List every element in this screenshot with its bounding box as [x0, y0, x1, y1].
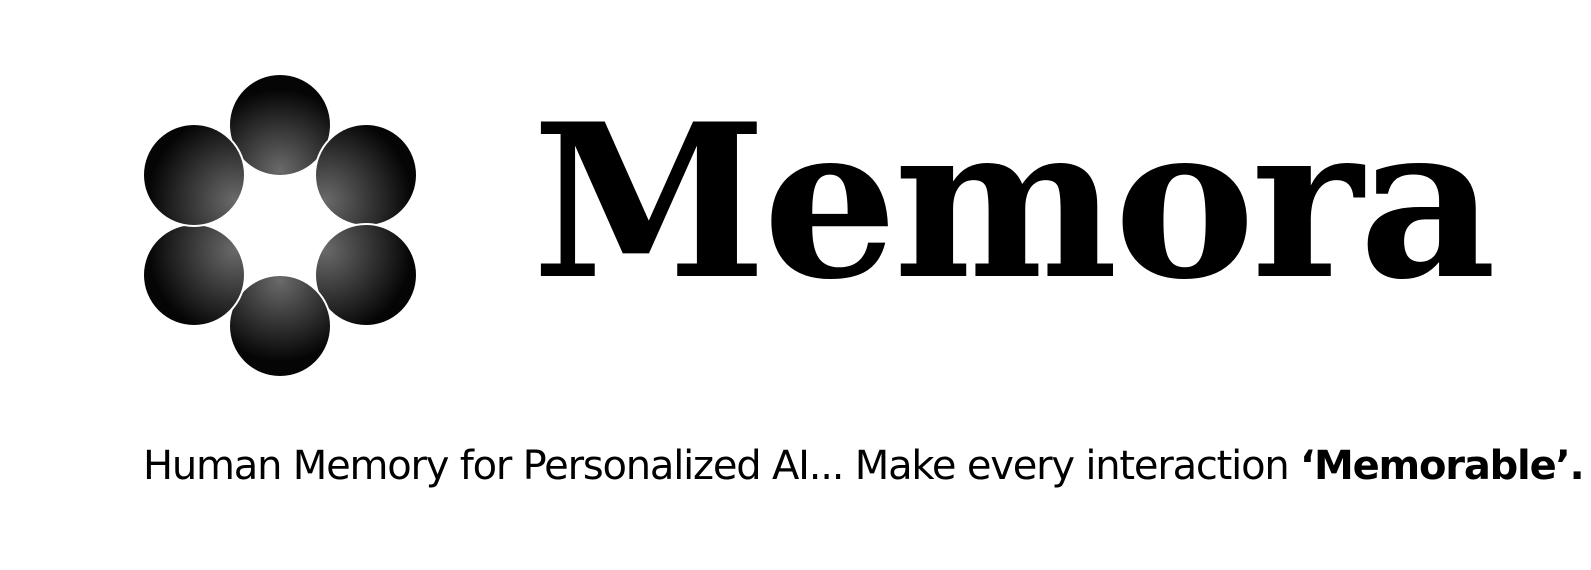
logo-sphere: [142, 223, 246, 327]
brand-wordmark: Memora: [532, 77, 1496, 326]
tagline-text: Human Memory for Personalized AI... Make…: [143, 443, 1301, 489]
tagline-emphasis: ‘Memorable’.: [1300, 443, 1585, 489]
logo-sphere: [314, 223, 418, 327]
logo-sphere: [228, 274, 332, 378]
logo-sphere: [228, 73, 332, 177]
logo-icon: [142, 73, 418, 378]
logo-sphere: [142, 123, 246, 227]
logo-sphere: [314, 123, 418, 227]
tagline: Human Memory for Personalized AI... Make…: [143, 443, 1585, 489]
